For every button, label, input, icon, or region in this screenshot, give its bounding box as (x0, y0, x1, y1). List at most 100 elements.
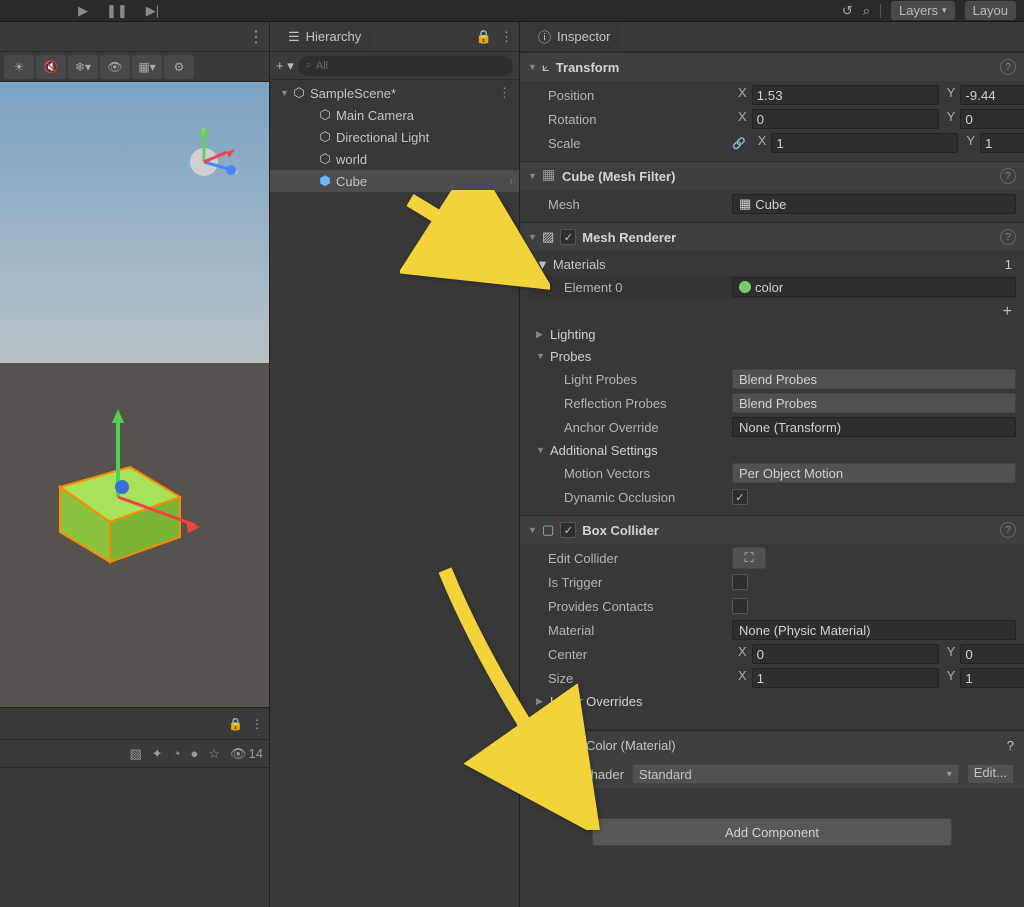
scale-y-input[interactable] (980, 133, 1024, 153)
motion-vectors-label: Motion Vectors (528, 466, 728, 481)
scene-light-toggle[interactable]: ☀ (4, 55, 34, 79)
scene-viewport[interactable]: y z (0, 82, 269, 707)
foldout-icon[interactable]: ▼ (528, 62, 536, 72)
info-icon: ⓘ (538, 27, 551, 46)
box-collider-component: ▼ ▢ ✓ Box Collider ? Edit Collider⛶ Is T… (520, 515, 1024, 718)
physic-material-field[interactable]: None (Physic Material) (732, 620, 1016, 640)
scene-fx-toggle[interactable]: ❄▾ (68, 55, 98, 79)
layer-overrides-foldout[interactable]: Layer Overrides (550, 694, 642, 709)
scale-link-icon[interactable]: 🔗 (732, 137, 748, 150)
hierarchy-panel: ☰ Hierarchy 🔒 ⋮ + ▾ ⌕ All ▼ ⬡ SampleScen… (270, 22, 520, 907)
is-trigger-checkbox[interactable] (732, 574, 748, 590)
hierarchy-tab[interactable]: ☰ Hierarchy (278, 25, 371, 49)
foldout-icon[interactable]: ▶ (536, 696, 544, 707)
element0-field[interactable]: color (732, 277, 1016, 297)
rotation-x-input[interactable] (752, 109, 939, 129)
hierarchy-item-cube[interactable]: ⬢ Cube › (270, 170, 519, 192)
size-x-input[interactable] (752, 668, 939, 688)
pause-icon[interactable]: ❚❚ (106, 3, 128, 19)
unity-icon: ⬡ (292, 85, 306, 101)
history-icon[interactable]: ↺ (842, 3, 853, 19)
provides-contacts-checkbox[interactable] (732, 598, 748, 614)
foldout-icon[interactable]: ▼ (536, 257, 549, 272)
position-x-input[interactable] (752, 85, 939, 105)
divider (880, 4, 881, 18)
chevron-right-icon: › (510, 176, 519, 187)
hierarchy-item-camera[interactable]: ⬡ Main Camera (270, 104, 519, 126)
shader-edit-button[interactable]: Edit... (967, 764, 1014, 784)
foldout-icon[interactable]: ▶ (536, 329, 544, 340)
help-icon[interactable]: ? (1007, 738, 1014, 753)
center-x-input[interactable] (752, 644, 939, 664)
scale-x-input[interactable] (771, 133, 958, 153)
light-icon: ⬡ (318, 129, 332, 145)
material-section: Color (Material) ? Shader Standard Edit.… (520, 730, 1024, 788)
foldout-icon[interactable]: ▼ (528, 232, 536, 242)
shader-dropdown[interactable]: Standard (632, 764, 959, 784)
inspector-tab[interactable]: ⓘ Inspector (528, 23, 621, 50)
hierarchy-lock-icon[interactable]: 🔒 (476, 29, 492, 45)
scene-gizmo-toggle[interactable]: ⚙ (164, 55, 194, 79)
scene-menu-icon[interactable]: ⋮ (248, 27, 265, 47)
box-collider-title: Box Collider (582, 523, 659, 538)
help-icon[interactable]: ? (1000, 229, 1016, 245)
scene-audio-toggle[interactable]: 🔇 (36, 55, 66, 79)
hierarchy-scene[interactable]: ▼ ⬡ SampleScene* ⋮ (270, 82, 519, 104)
console-icon-3[interactable]: ◔ (173, 746, 181, 761)
edit-collider-button[interactable]: ⛶ (732, 547, 766, 569)
svg-text:z: z (235, 169, 239, 176)
layers-dropdown[interactable]: Layers▾ (891, 1, 955, 20)
selected-cube[interactable] (40, 407, 200, 567)
rotation-y-input[interactable] (960, 109, 1024, 129)
light-probes-label: Light Probes (528, 372, 728, 387)
search-icon[interactable]: ⌕ (863, 3, 870, 19)
play-icon[interactable]: ▶ (78, 3, 88, 19)
anchor-override-field[interactable]: None (Transform) (732, 417, 1016, 437)
console-star-icon[interactable]: ☆ (208, 746, 220, 762)
light-probes-dropdown[interactable]: Blend Probes (732, 369, 1016, 389)
foldout-icon[interactable]: ▼ (528, 525, 536, 535)
console-icon-1[interactable]: ▧ (129, 746, 141, 762)
inspector-panel: ⓘ Inspector ▼ ⟀ Transform ? Position X Y… (520, 22, 1024, 907)
hierarchy-item-world[interactable]: ⬡ world (270, 148, 519, 170)
center-y-input[interactable] (960, 644, 1024, 664)
additional-settings-foldout[interactable]: Additional Settings (550, 443, 658, 458)
reflection-probes-dropdown[interactable]: Blend Probes (732, 393, 1016, 413)
help-icon[interactable]: ? (1000, 59, 1016, 75)
scene-hidden-toggle[interactable]: 👁 (100, 55, 130, 79)
reflection-probes-label: Reflection Probes (528, 396, 728, 411)
create-dropdown[interactable]: + ▾ (276, 58, 294, 74)
element0-label: Element 0 (528, 280, 728, 295)
add-material-icon[interactable]: + (1003, 303, 1012, 321)
orientation-gizmo[interactable]: y z (169, 127, 239, 197)
box-collider-icon: ▢ (542, 522, 554, 538)
foldout-icon[interactable]: ▼ (536, 445, 544, 455)
probes-foldout[interactable]: Probes (550, 349, 591, 364)
layout-dropdown[interactable]: Layou (965, 1, 1016, 20)
scene-menu-icon[interactable]: ⋮ (498, 85, 519, 101)
position-y-input[interactable] (960, 85, 1024, 105)
gameobject-icon: ⬡ (318, 151, 332, 167)
console-error-icon[interactable]: ● (191, 746, 199, 761)
hierarchy-menu-icon[interactable]: ⋮ (500, 29, 513, 45)
box-collider-enable-checkbox[interactable]: ✓ (560, 522, 576, 538)
step-icon[interactable]: ▶| (146, 3, 159, 19)
console-menu-icon[interactable]: ⋮ (251, 717, 263, 731)
mesh-renderer-enable-checkbox[interactable]: ✓ (560, 229, 576, 245)
console-lock-icon[interactable]: 🔒 (228, 717, 243, 731)
add-component-button[interactable]: Add Component (592, 818, 952, 846)
help-icon[interactable]: ? (1000, 522, 1016, 538)
foldout-icon[interactable]: ▼ (536, 351, 544, 361)
console-warning-count[interactable]: 👁14 (230, 746, 263, 762)
console-icon-2[interactable]: ✦ (152, 746, 163, 762)
mesh-field[interactable]: ▦Cube (732, 194, 1016, 214)
foldout-icon[interactable]: ▼ (528, 171, 536, 181)
hierarchy-item-light[interactable]: ⬡ Directional Light (270, 126, 519, 148)
lighting-foldout[interactable]: Lighting (550, 327, 596, 342)
hierarchy-search[interactable]: ⌕ All (298, 56, 513, 76)
dynamic-occlusion-checkbox[interactable]: ✓ (732, 489, 748, 505)
help-icon[interactable]: ? (1000, 168, 1016, 184)
size-y-input[interactable] (960, 668, 1024, 688)
motion-vectors-dropdown[interactable]: Per Object Motion (732, 463, 1016, 483)
scene-grid-toggle[interactable]: ▦▾ (132, 55, 162, 79)
